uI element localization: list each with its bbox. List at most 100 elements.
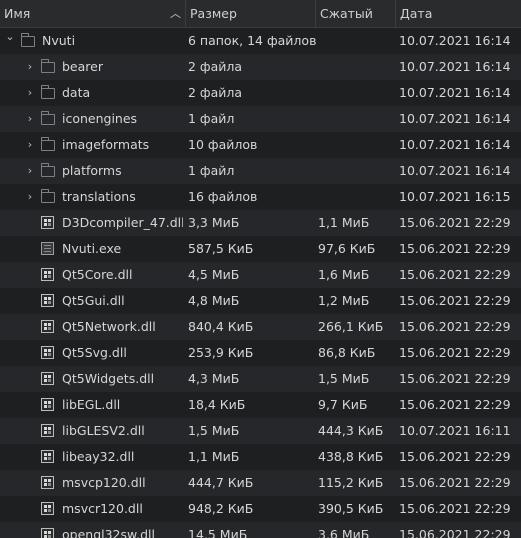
compressed-size: 9,7 КиБ [318, 397, 368, 412]
chevron-right-icon[interactable]: › [24, 106, 36, 132]
compressed-size: 1,5 МиБ [318, 371, 370, 386]
file-row[interactable]: opengl32sw.dll 14,5 МиБ 3,6 МиБ 15.06.2021 … [0, 522, 521, 538]
chevron-right-icon[interactable]: › [24, 132, 36, 158]
compressed-size: 444,3 КиБ [318, 423, 384, 438]
file-size: 14,5 МиБ [188, 527, 248, 538]
file-size: 4,5 МиБ [188, 267, 240, 282]
modified-date: 15.06.2021 22:29 [399, 241, 511, 256]
file-row[interactable]: D3Dcompiler_47.dll 3,3 МиБ 1,1 МиБ 15.06.20… [0, 210, 521, 236]
file-row[interactable]: libeay32.dll 1,1 МиБ 438,8 КиБ 15.06.2021 2… [0, 444, 521, 470]
column-header-compressed[interactable]: Сжатый [316, 0, 396, 27]
compressed-size: 1,1 МиБ [318, 215, 370, 230]
column-header-size-label: Размер [190, 6, 237, 21]
file-row[interactable]: libEGL.dll 18,4 КиБ 9,7 КиБ 15.06.2021 22:2… [0, 392, 521, 418]
name-cell: Qt5Core.dll [0, 262, 183, 288]
modified-date: 15.06.2021 22:29 [399, 371, 511, 386]
modified-date: 15.06.2021 22:29 [399, 475, 511, 490]
file-row[interactable]: Qt5Network.dll 840,4 КиБ 266,1 КиБ 15.06.20… [0, 314, 521, 340]
chevron-right-icon[interactable]: › [24, 80, 36, 106]
file-name: Qt5Svg.dll [62, 345, 127, 360]
dll-file-icon [41, 424, 55, 437]
compressed-size: 3,6 МиБ [318, 527, 370, 538]
modified-date: 10.07.2021 16:14 [399, 137, 511, 152]
file-name: libEGL.dll [62, 397, 121, 412]
file-row[interactable]: libGLESV2.dll 1,5 МиБ 444,3 КиБ 10.07.2021 … [0, 418, 521, 444]
folder-icon [41, 163, 55, 177]
chevron-right-icon[interactable]: › [24, 158, 36, 184]
folder-row[interactable]: › platforms 1 файл 10.07.2021 16:14 [0, 158, 521, 184]
file-name: data [62, 85, 91, 100]
file-row[interactable]: Qt5Widgets.dll 4,3 МиБ 1,5 МиБ 15.06.2021 2… [0, 366, 521, 392]
chevron-down-icon[interactable]: ⌄ [4, 28, 16, 54]
file-size: 16 файлов [188, 189, 258, 204]
name-cell: opengl32sw.dll [0, 522, 183, 538]
compressed-size [318, 28, 394, 54]
dll-file-icon [41, 476, 55, 489]
folder-icon [41, 59, 55, 73]
name-cell: › iconengines [0, 106, 183, 132]
modified-date: 10.07.2021 16:14 [399, 85, 511, 100]
folder-icon [21, 33, 35, 47]
file-row[interactable]: msvcr120.dll 948,2 КиБ 390,5 КиБ 15.06.2021… [0, 496, 521, 522]
compressed-size [318, 54, 394, 80]
compressed-size: 97,6 КиБ [318, 241, 376, 256]
modified-date: 10.07.2021 16:14 [399, 163, 511, 178]
exe-file-icon [41, 242, 55, 255]
file-size: 18,4 КиБ [188, 397, 246, 412]
chevron-right-icon[interactable]: › [24, 54, 36, 80]
folder-icon [41, 189, 55, 203]
file-name: msvcr120.dll [62, 501, 143, 516]
column-header-date[interactable]: Дата [396, 0, 521, 27]
file-row[interactable]: Qt5Core.dll 4,5 МиБ 1,6 МиБ 15.06.2021 22:2… [0, 262, 521, 288]
chevron-right-icon[interactable]: › [24, 184, 36, 210]
compressed-size [318, 132, 394, 158]
chevron-up-icon: ︿ [170, 7, 181, 20]
folder-row[interactable]: › bearer 2 файла 10.07.2021 16:14 [0, 54, 521, 80]
file-row[interactable]: Qt5Gui.dll 4,8 МиБ 1,2 МиБ 15.06.2021 22:29 [0, 288, 521, 314]
name-cell: › translations [0, 184, 183, 210]
file-name: msvcp120.dll [62, 475, 146, 490]
modified-date: 10.07.2021 16:14 [399, 33, 511, 48]
file-name: Qt5Gui.dll [62, 293, 125, 308]
file-size: 3,3 МиБ [188, 215, 240, 230]
file-size: 840,4 КиБ [188, 319, 254, 334]
file-row[interactable]: Qt5Svg.dll 253,9 КиБ 86,8 КиБ 15.06.2021 22… [0, 340, 521, 366]
modified-date: 10.07.2021 16:11 [399, 423, 511, 438]
folder-icon [41, 111, 55, 125]
file-size: 1,5 МиБ [188, 423, 240, 438]
name-cell: libeay32.dll [0, 444, 183, 470]
modified-date: 15.06.2021 22:29 [399, 319, 511, 334]
modified-date: 15.06.2021 22:29 [399, 267, 511, 282]
name-cell: Qt5Gui.dll [0, 288, 183, 314]
folder-row[interactable]: › translations 16 файлов 10.07.2021 16:15 [0, 184, 521, 210]
column-header-name[interactable]: Имя ︿ [0, 0, 186, 27]
file-size: 253,9 КиБ [188, 345, 254, 360]
compressed-size [318, 158, 394, 184]
column-header-bar: Имя ︿ Размер Сжатый Дата [0, 0, 521, 28]
column-header-size[interactable]: Размер [186, 0, 316, 27]
modified-date: 15.06.2021 22:29 [399, 501, 511, 516]
archive-file-tree: Имя ︿ Размер Сжатый Дата ⌄ Nvuti 6 папок, … [0, 0, 521, 538]
dll-file-icon [41, 398, 55, 411]
file-size: 1,1 МиБ [188, 449, 240, 464]
compressed-size: 1,6 МиБ [318, 267, 370, 282]
file-row[interactable]: Nvuti.exe 587,5 КиБ 97,6 КиБ 15.06.2021 22:… [0, 236, 521, 262]
file-size: 1 файл [188, 163, 235, 178]
dll-file-icon [41, 502, 55, 515]
modified-date: 10.07.2021 16:14 [399, 59, 511, 74]
file-size: 444,7 КиБ [188, 475, 254, 490]
file-size: 4,8 МиБ [188, 293, 240, 308]
modified-date: 15.06.2021 22:29 [399, 527, 511, 538]
dll-file-icon [41, 450, 55, 463]
file-name: iconengines [62, 111, 138, 126]
file-size: 1 файл [188, 111, 235, 126]
folder-row[interactable]: › data 2 файла 10.07.2021 16:14 [0, 80, 521, 106]
folder-row[interactable]: ⌄ Nvuti 6 папок, 14 файлов 10.07.2021 16:14 [0, 28, 521, 54]
column-header-date-label: Дата [400, 6, 433, 21]
folder-row[interactable]: › imageformats 10 файлов 10.07.2021 16:14 [0, 132, 521, 158]
file-row[interactable]: msvcp120.dll 444,7 КиБ 115,2 КиБ 15.06.2021… [0, 470, 521, 496]
compressed-size: 115,2 КиБ [318, 475, 384, 490]
name-cell: ⌄ Nvuti [0, 28, 183, 54]
folder-row[interactable]: › iconengines 1 файл 10.07.2021 16:14 [0, 106, 521, 132]
compressed-size: 266,1 КиБ [318, 319, 384, 334]
